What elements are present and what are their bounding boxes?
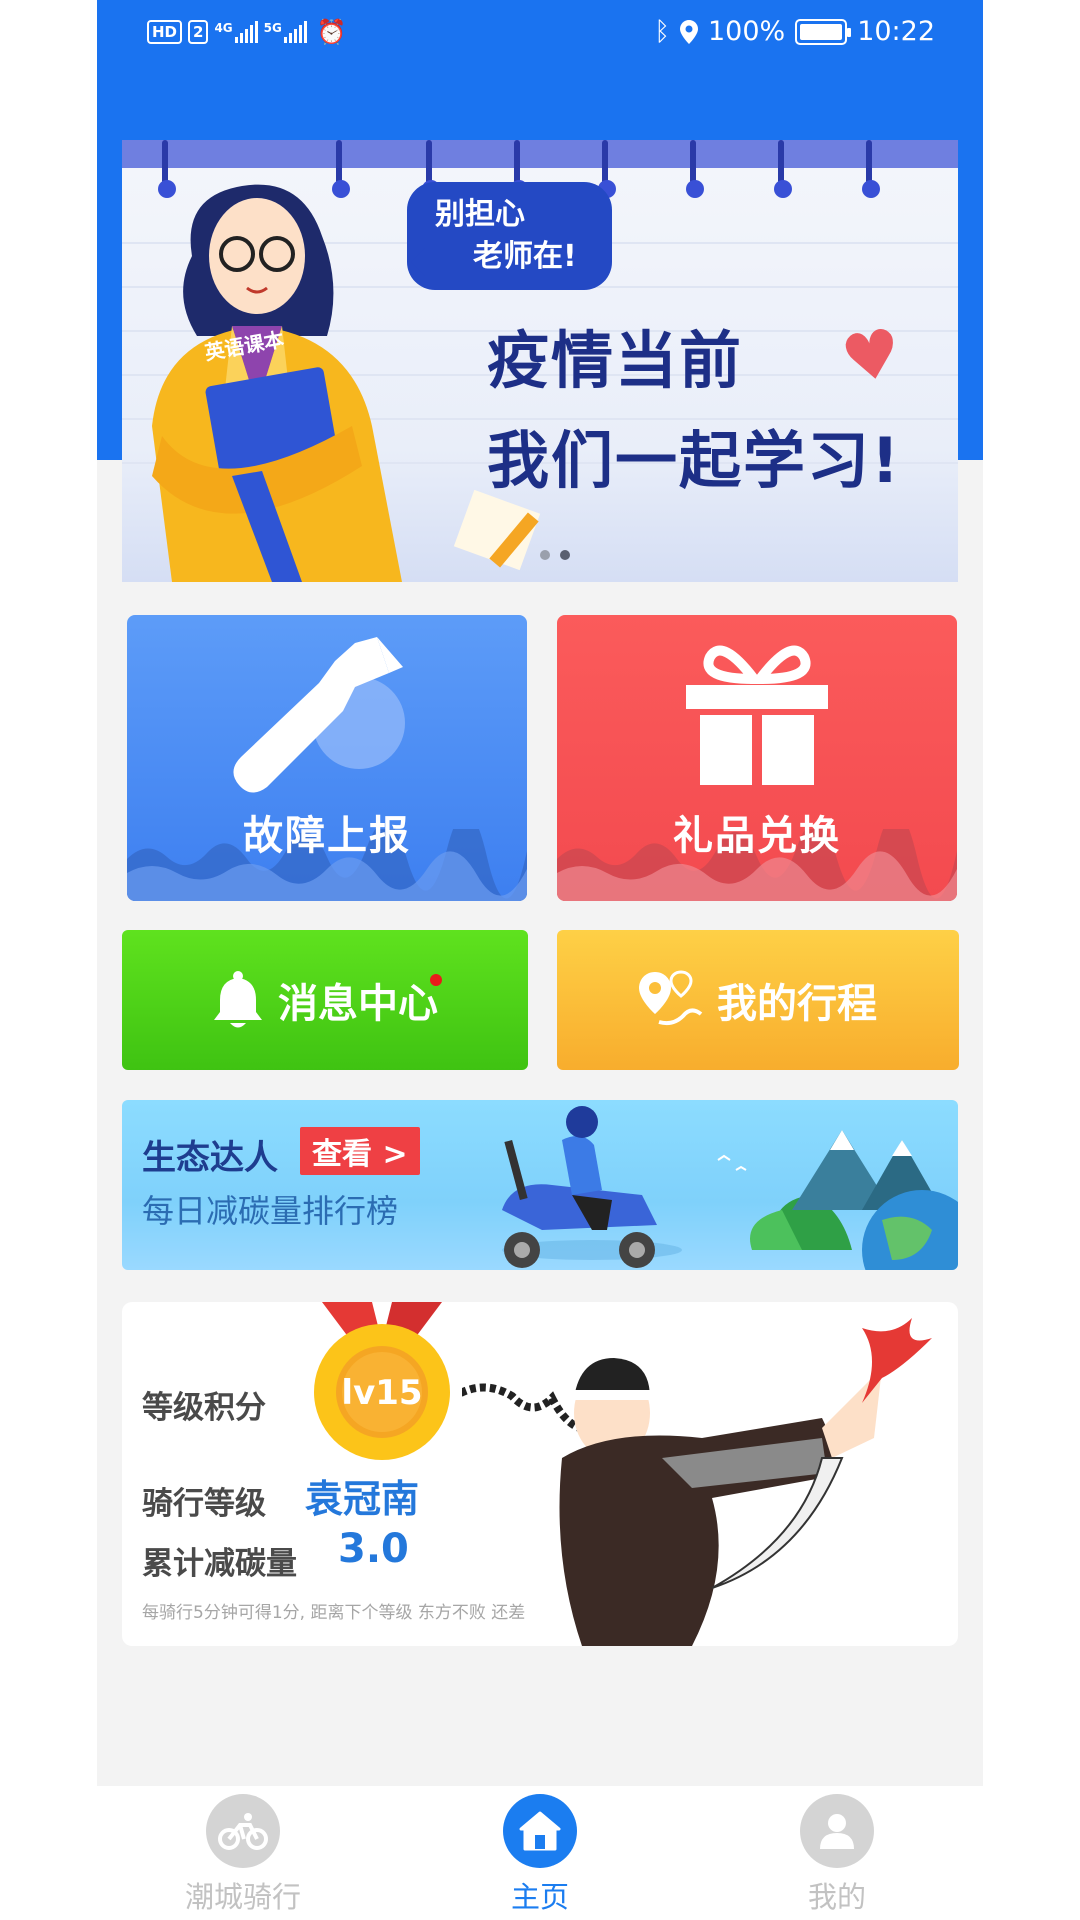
bluetooth-icon: ᛒ xyxy=(654,16,670,47)
signal-4g-icon: 4G xyxy=(214,21,258,43)
my-trips-button[interactable]: 我的行程 xyxy=(557,930,959,1070)
clock: 10:22 xyxy=(857,16,935,47)
gift-icon xyxy=(557,637,957,791)
phone-screen: HD 2 4G 5G ⏰ ᛒ 100% 10:22 英语课本 别担心 老师在! … xyxy=(97,0,983,1920)
status-indicators: HD 2 4G 5G ⏰ xyxy=(147,18,347,46)
battery-percent: 100% xyxy=(707,16,786,47)
bell-icon xyxy=(214,971,262,1028)
rank-value: 袁冠南 xyxy=(305,1477,420,1521)
notebook-ring xyxy=(774,140,792,198)
carbon-label: 累计减碳量 xyxy=(142,1546,297,1582)
gift-exchange-label: 礼品兑换 xyxy=(673,813,841,859)
fault-report-label: 故障上报 xyxy=(243,813,411,859)
banner-headline-2: 我们一起学习! xyxy=(487,424,902,497)
battery-icon xyxy=(795,18,852,45)
swordsman-illustration xyxy=(462,1318,932,1646)
bottom-navigation: 潮城骑行 主页 我的 xyxy=(97,1786,983,1920)
bubble-line-2: 老师在! xyxy=(473,239,577,274)
rank-label: 骑行等级 xyxy=(142,1486,266,1522)
alarm-icon: ⏰ xyxy=(316,18,347,46)
gift-exchange-button[interactable]: 礼品兑换 xyxy=(557,615,957,901)
carousel-dot-active xyxy=(560,550,570,560)
carousel-dot xyxy=(540,550,550,560)
eco-view-button[interactable]: 查看 > xyxy=(300,1127,420,1175)
message-center-label: 消息中心 xyxy=(278,981,438,1027)
eco-subtitle: 每日减碳量排行榜 xyxy=(142,1192,399,1230)
nav-tab-profile[interactable]: 我的 xyxy=(747,1794,927,1916)
status-bar: HD 2 4G 5G ⏰ ᛒ 100% 10:22 xyxy=(97,0,983,66)
fault-report-button[interactable]: 故障上报 xyxy=(127,615,527,901)
eco-title: 生态达人 xyxy=(142,1138,278,1178)
bike-icon xyxy=(206,1794,280,1868)
scooter-rider-illustration xyxy=(502,1106,958,1270)
signal-5g-icon: 5G xyxy=(264,21,307,43)
bubble-line-1: 别担心 xyxy=(435,197,525,232)
notebook-top xyxy=(122,140,958,168)
level-card: 等级积分 lv15 骑行等级 袁冠南 累计减碳量 3.0 每骑行5分钟可得1分,… xyxy=(122,1302,958,1646)
user-icon xyxy=(800,1794,874,1868)
notebook-ring xyxy=(862,140,880,198)
network-4g-label: 4G xyxy=(214,21,233,35)
notebook-ring xyxy=(686,140,704,198)
status-system: ᛒ 100% 10:22 xyxy=(654,16,935,47)
nav-label-ride: 潮城骑行 xyxy=(184,1880,301,1914)
eco-leaderboard-banner[interactable]: 生态达人 查看 > 每日减碳量排行榜 xyxy=(122,1100,958,1270)
sim-badge: 2 xyxy=(188,20,209,44)
banner-headline-1: 疫情当前 xyxy=(487,324,744,397)
home-icon xyxy=(503,1794,577,1868)
route-pin-icon xyxy=(639,970,703,1026)
speech-bubble: 别担心 老师在! xyxy=(407,182,612,290)
medal-icon: lv15 xyxy=(314,1302,450,1460)
hd-badge: HD xyxy=(147,20,183,44)
my-trips-label: 我的行程 xyxy=(717,981,877,1027)
carbon-value: 3.0 xyxy=(338,1526,409,1572)
nav-tab-home[interactable]: 主页 xyxy=(450,1794,630,1916)
wrench-icon xyxy=(127,637,527,811)
carousel-indicator xyxy=(540,550,570,560)
points-label: 等级积分 xyxy=(142,1390,266,1426)
unread-dot xyxy=(430,974,442,986)
nav-tab-ride[interactable]: 潮城骑行 xyxy=(153,1794,333,1916)
network-5g-label: 5G xyxy=(263,21,282,35)
nav-label-profile: 我的 xyxy=(807,1880,866,1914)
message-center-button[interactable]: 消息中心 xyxy=(122,930,528,1070)
nav-label-home: 主页 xyxy=(510,1880,569,1914)
promo-banner[interactable]: 英语课本 别担心 老师在! 疫情当前 我们一起学习! ♥ xyxy=(122,140,958,582)
location-icon xyxy=(679,19,698,44)
medal-level-text: lv15 xyxy=(341,1373,422,1413)
